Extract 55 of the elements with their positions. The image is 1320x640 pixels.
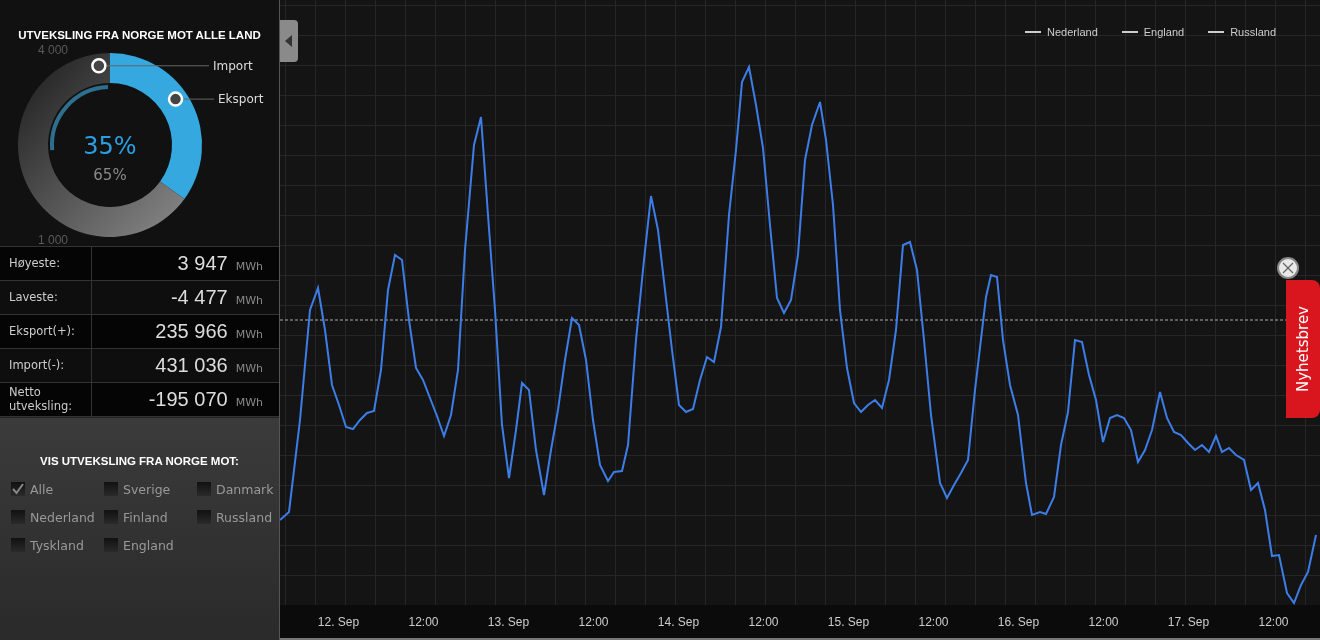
axis-label: 12. Sep: [316, 614, 361, 629]
stat-value: -4 477: [170, 286, 228, 309]
center-percent: 65%: [93, 166, 127, 184]
stat-value: 235 966: [155, 320, 228, 343]
stat-label: Netto utveksling:: [0, 383, 92, 416]
axis-label: 14. Sep: [656, 614, 701, 629]
legend-item[interactable]: Russland: [1208, 26, 1276, 38]
legend-item[interactable]: England: [1121, 26, 1185, 38]
checkmark-icon: [11, 482, 25, 496]
chart-title: UTVEKSLING FRA NORGE MOT ALLE LAND: [17, 28, 262, 41]
marker-icon: [167, 91, 184, 107]
axis-label: 12:00: [917, 614, 950, 629]
legend-item[interactable]: Nederland: [1025, 26, 1098, 38]
axis-label: 12:00: [1087, 614, 1120, 629]
stat-value: 3 947: [177, 252, 228, 275]
stat-label: Eksport(+):: [0, 315, 92, 348]
collapse-button[interactable]: [280, 20, 298, 62]
stat-label: Laveste:: [0, 281, 92, 314]
leader-line: [183, 98, 215, 100]
stat-unit: MWh: [235, 394, 263, 409]
center-percent: 35%: [83, 132, 137, 160]
axis-label: 13. Sep: [486, 614, 531, 629]
close-icon: [1282, 262, 1294, 274]
axis-label: 12:00: [407, 614, 440, 629]
newsletter-tab[interactable]: Nyhetsbrev: [1286, 280, 1320, 418]
country-checkbox[interactable]: Sverige: [104, 480, 197, 498]
stat-value: -195 070: [148, 388, 228, 411]
slice-label: Import: [213, 58, 253, 73]
axis-label: 16. Sep: [996, 614, 1041, 629]
marker-icon: [91, 58, 107, 74]
stat-label: Import(-):: [0, 349, 92, 382]
country-checkbox[interactable]: Finland: [104, 508, 197, 526]
filter-title: VIS UTVEKSLING FRA NORGE MOT:: [39, 455, 240, 467]
axis-label: 17. Sep: [1166, 614, 1211, 629]
stat-unit: MWh: [235, 292, 263, 307]
axis-label: 12:00: [1257, 614, 1290, 629]
country-checkbox[interactable]: Tyskland: [11, 536, 104, 554]
country-checkbox[interactable]: Alle: [11, 480, 104, 498]
country-checkbox[interactable]: Danmark: [197, 480, 282, 498]
caret-icon: [285, 35, 293, 47]
axis-label: 12:00: [747, 614, 780, 629]
axis-label: 12:00: [577, 614, 610, 629]
stat-unit: MWh: [235, 258, 263, 273]
close-button[interactable]: [1277, 257, 1299, 279]
country-checkbox[interactable]: Nederland: [11, 508, 104, 526]
axis-label: 4 000: [38, 43, 69, 57]
slice-label: Eksport: [218, 92, 264, 107]
stat-unit: MWh: [235, 326, 263, 341]
stat-unit: MWh: [235, 360, 263, 375]
stat-value: 431 036: [155, 354, 228, 377]
axis-label: 15. Sep: [826, 614, 871, 629]
stat-label: Høyeste:: [0, 247, 92, 280]
country-checkbox[interactable]: Russland: [197, 508, 282, 526]
axis-label: 1 000: [38, 233, 69, 247]
country-checkbox[interactable]: England: [104, 536, 197, 554]
